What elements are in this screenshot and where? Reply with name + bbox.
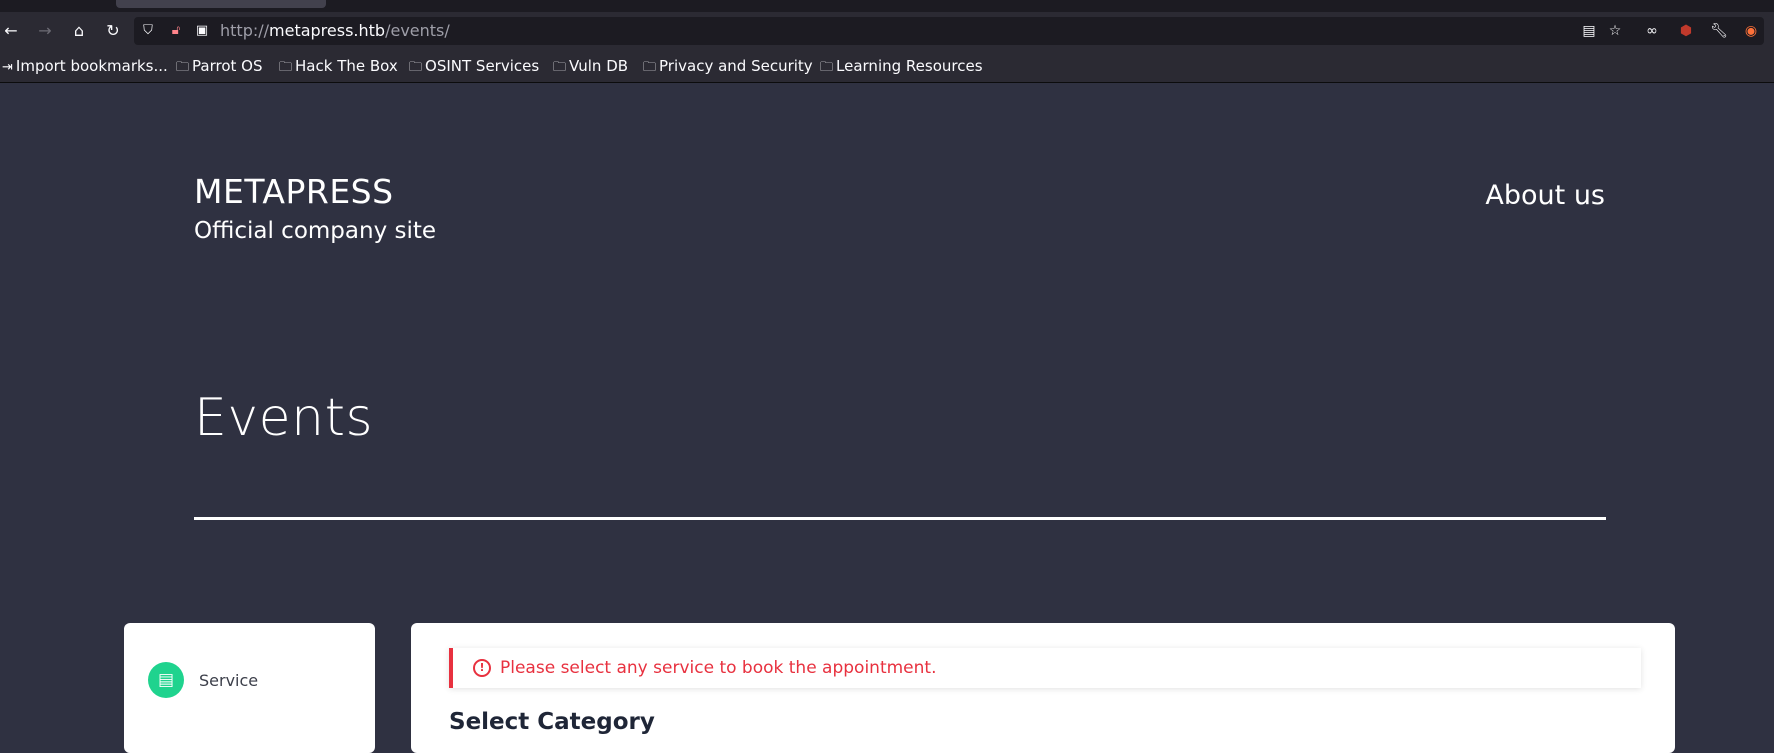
extension-mask-icon[interactable]: ∞	[1641, 21, 1663, 41]
error-alert: ! Please select any service to book the …	[449, 648, 1641, 688]
ublock-icon[interactable]: ⬢	[1675, 21, 1697, 41]
bookmark-folder-parrot-os[interactable]: 🗀 Parrot OS	[176, 50, 262, 82]
home-icon[interactable]: ⌂	[68, 20, 90, 42]
bookmark-folder-learning[interactable]: 🗀 Learning Resources	[820, 50, 983, 82]
url-text[interactable]: http://metapress.htb/events/	[220, 17, 450, 45]
bookmark-folder-vuln-db[interactable]: 🗀 Vuln DB	[553, 50, 628, 82]
bookmark-import[interactable]: ⇥ Import bookmarks...	[2, 50, 168, 82]
bookmark-star-icon[interactable]: ☆	[1604, 21, 1626, 41]
reload-icon[interactable]: ↻	[102, 20, 124, 42]
select-category-heading: Select Category	[449, 709, 655, 735]
shield-icon[interactable]: ⛉	[138, 21, 158, 41]
folder-icon: 🗀	[409, 60, 423, 75]
folder-icon: 🗀	[176, 60, 190, 75]
tab-strip	[0, 0, 1774, 12]
site-brand[interactable]: METAPRESS	[194, 172, 394, 211]
back-icon[interactable]: ←	[0, 20, 22, 42]
bookmark-folder-osint[interactable]: 🗀 OSINT Services	[409, 50, 539, 82]
bookmarks-toolbar: ⇥ Import bookmarks... 🗀 Parrot OS 🗀 Hack Th…	[0, 50, 1774, 83]
import-icon: ⇥	[2, 60, 13, 75]
site-tagline: Official company site	[194, 218, 437, 244]
bookmark-folder-hack-the-box[interactable]: 🗀 Hack The Box	[279, 50, 398, 82]
navigation-toolbar: ← → ⌂ ↻ ⛉ 🔓︎ ▣ http://metapress.htb/even…	[0, 12, 1774, 50]
page-title: Events	[194, 388, 374, 448]
alert-message: Please select any service to book the ap…	[500, 658, 937, 678]
address-bar[interactable]: ⛉ 🔓︎ ▣ http://metapress.htb/events/ ▤ ☆ …	[134, 17, 1764, 45]
bookmark-folder-privacy[interactable]: 🗀 Privacy and Security	[643, 50, 813, 82]
service-step-icon: ▤	[148, 662, 184, 698]
alert-icon: !	[473, 659, 491, 677]
folder-icon: 🗀	[279, 60, 293, 75]
wrench-icon[interactable]: 🔧︎	[1708, 21, 1730, 41]
nav-about-us-link[interactable]: About us	[1485, 180, 1605, 211]
folder-icon: 🗀	[820, 60, 834, 75]
page-icon[interactable]: ▣	[192, 21, 212, 41]
firefox-menu-icon[interactable]: ◉	[1740, 21, 1762, 41]
folder-icon: 🗀	[643, 60, 657, 75]
reader-view-icon[interactable]: ▤	[1578, 21, 1600, 41]
insecure-lock-icon[interactable]: 🔓︎	[166, 21, 186, 41]
folder-icon: 🗀	[553, 60, 567, 75]
active-tab[interactable]	[116, 0, 326, 8]
forward-icon[interactable]: →	[34, 20, 56, 42]
title-divider	[194, 517, 1606, 520]
service-step-label[interactable]: Service	[199, 671, 258, 690]
